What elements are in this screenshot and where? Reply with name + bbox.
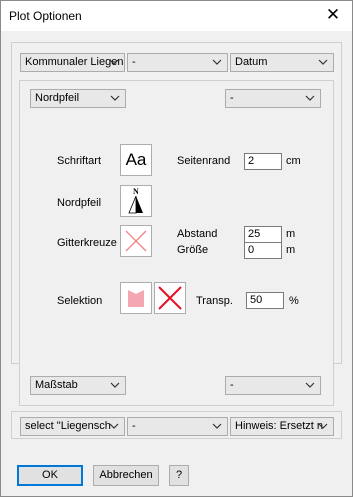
abstand-input[interactable]: 25: [244, 226, 282, 243]
window-title: Plot Optionen: [9, 9, 82, 23]
groesse-unit: m: [286, 244, 296, 256]
chevron-down-icon: [318, 418, 330, 435]
close-icon[interactable]: ✕: [324, 6, 342, 24]
no-fill-icon: [158, 286, 182, 310]
position-bottom-select[interactable]: -: [225, 376, 321, 395]
abstand-unit: m: [286, 228, 296, 240]
groesse-input[interactable]: 0: [244, 242, 282, 259]
nordpfeil-label: Nordpfeil: [57, 197, 102, 209]
middle-select-value: -: [132, 56, 136, 68]
title-bar: Plot Optionen ✕: [1, 1, 352, 31]
transp-input[interactable]: 50: [246, 292, 284, 309]
nordpfeil-select-value: Nordpfeil: [35, 92, 80, 104]
chevron-down-icon: [109, 54, 121, 71]
font-button[interactable]: Aa: [120, 144, 152, 176]
chevron-down-icon: [305, 90, 317, 107]
chevron-down-icon: [212, 54, 224, 71]
position-bottom-select-value: -: [230, 379, 234, 391]
ok-button[interactable]: OK: [17, 465, 83, 486]
font-icon: Aa: [125, 150, 147, 169]
massstab-select[interactable]: Maßstab: [30, 376, 126, 395]
selection-color-button[interactable]: [120, 282, 152, 314]
selection-fill-icon: [128, 290, 144, 307]
chevron-down-icon: [110, 90, 122, 107]
grid-cross-icon: [125, 230, 147, 252]
hint-select[interactable]: Hinweis: Ersetzt n: [230, 417, 334, 436]
help-button[interactable]: ?: [169, 465, 189, 486]
north-arrow-icon: [128, 195, 143, 214]
no-fill-button[interactable]: [154, 282, 186, 314]
gitterkreuze-label: Gitterkreuze: [57, 237, 117, 249]
north-arrow-button[interactable]: N: [120, 185, 152, 217]
seitenrand-input[interactable]: 2: [244, 153, 282, 170]
chevron-down-icon: [305, 377, 317, 394]
groesse-label: Größe: [177, 244, 209, 256]
source-select[interactable]: Kommunaler Liegens: [20, 53, 125, 72]
transp-label: Transp.: [196, 295, 233, 307]
seitenrand-label: Seitenrand: [177, 155, 231, 167]
query-select-value: select "Liegensch: [25, 420, 111, 432]
position-top-select[interactable]: -: [225, 89, 321, 108]
middle-select[interactable]: -: [127, 53, 228, 72]
chevron-down-icon: [110, 377, 122, 394]
schriftart-label: Schriftart: [57, 155, 102, 167]
position-top-select-value: -: [230, 92, 234, 104]
chevron-down-icon: [318, 54, 330, 71]
cancel-button[interactable]: Abbrechen: [93, 465, 159, 486]
chevron-down-icon: [212, 418, 224, 435]
abstand-label: Abstand: [177, 228, 218, 240]
massstab-select-value: Maßstab: [35, 379, 78, 391]
seitenrand-unit: cm: [286, 155, 301, 167]
plot-options-dialog: Plot Optionen ✕ Kommunaler Liegens - Dat…: [0, 0, 353, 497]
grid-cross-button[interactable]: [120, 225, 152, 257]
chevron-down-icon: [109, 418, 121, 435]
date-select[interactable]: Datum: [230, 53, 334, 72]
hint-select-value: Hinweis: Ersetzt n: [235, 420, 324, 432]
selektion-label: Selektion: [57, 295, 103, 307]
query-select[interactable]: select "Liegensch: [20, 417, 125, 436]
query-middle-select-value: -: [132, 420, 136, 432]
date-select-value: Datum: [235, 56, 268, 68]
transp-unit: %: [289, 295, 299, 307]
nordpfeil-select[interactable]: Nordpfeil: [30, 89, 126, 108]
query-middle-select[interactable]: -: [127, 417, 228, 436]
